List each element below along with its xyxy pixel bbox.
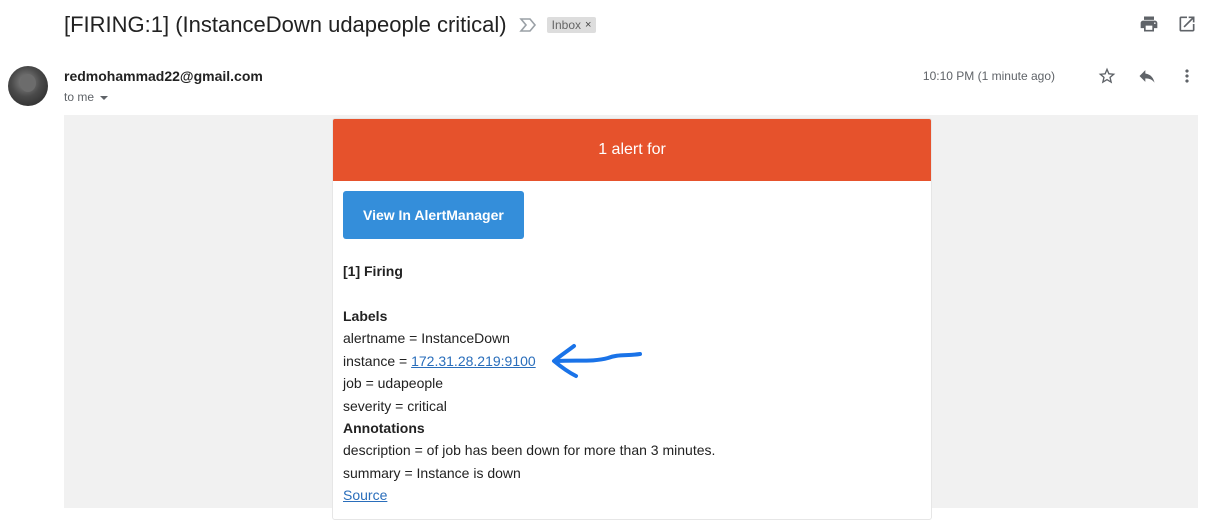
label-severity: severity = critical [343, 397, 447, 414]
alert-card-header: 1 alert for [333, 119, 931, 181]
star-button[interactable] [1097, 66, 1117, 86]
sender-avatar[interactable] [8, 66, 48, 106]
email-subject: [FIRING:1] (InstanceDown udapeople criti… [64, 12, 507, 37]
more-vertical-icon [1185, 69, 1189, 83]
open-in-new-window-icon [1179, 16, 1195, 32]
open-in-new-window-button[interactable] [1177, 14, 1197, 34]
print-icon [1140, 16, 1158, 32]
source-link[interactable]: Source [343, 487, 387, 503]
importance-marker-icon[interactable] [518, 17, 537, 33]
email-body: 1 alert for View In AlertManager [1] Fir… [64, 115, 1198, 520]
instance-link[interactable]: 172.31.28.219:9100 [411, 353, 536, 369]
recipient-details[interactable]: to me [64, 90, 109, 104]
sender-address[interactable]: redmohammad22@gmail.com [64, 68, 263, 84]
subject-row: [FIRING:1] (InstanceDown udapeople criti… [64, 10, 597, 40]
reply-icon [1139, 70, 1155, 83]
annotation-summary: summary = Instance is down [343, 464, 521, 481]
remove-label-icon[interactable]: × [585, 19, 591, 31]
recipient-line: to me [64, 90, 95, 104]
print-button[interactable] [1139, 14, 1159, 34]
inbox-label-chip: Inbox × [546, 17, 597, 33]
more-options-button[interactable] [1177, 66, 1197, 86]
message-timestamp: 10:10 PM (1 minute ago) [922, 69, 1055, 83]
annotation-description: description = of job has been down for m… [343, 442, 716, 458]
labels-heading: Labels [343, 308, 388, 324]
alert-card: 1 alert for View In AlertManager [1] Fir… [332, 118, 932, 520]
instance-prefix: instance = [343, 352, 412, 369]
hand-drawn-arrow-icon [552, 344, 642, 378]
star-icon [1098, 67, 1116, 84]
label-chip-text: Inbox [551, 18, 581, 32]
reply-button[interactable] [1137, 66, 1157, 86]
view-in-alertmanager-button[interactable]: View In AlertManager [343, 191, 524, 239]
annotations-heading: Annotations [343, 420, 425, 436]
alert-header-text: 1 alert for [598, 141, 666, 158]
top-actions [1139, 14, 1197, 34]
chevron-down-icon [100, 96, 109, 100]
firing-heading: [1] Firing [343, 263, 403, 279]
message-meta: 10:10 PM (1 minute ago) [923, 66, 1197, 86]
